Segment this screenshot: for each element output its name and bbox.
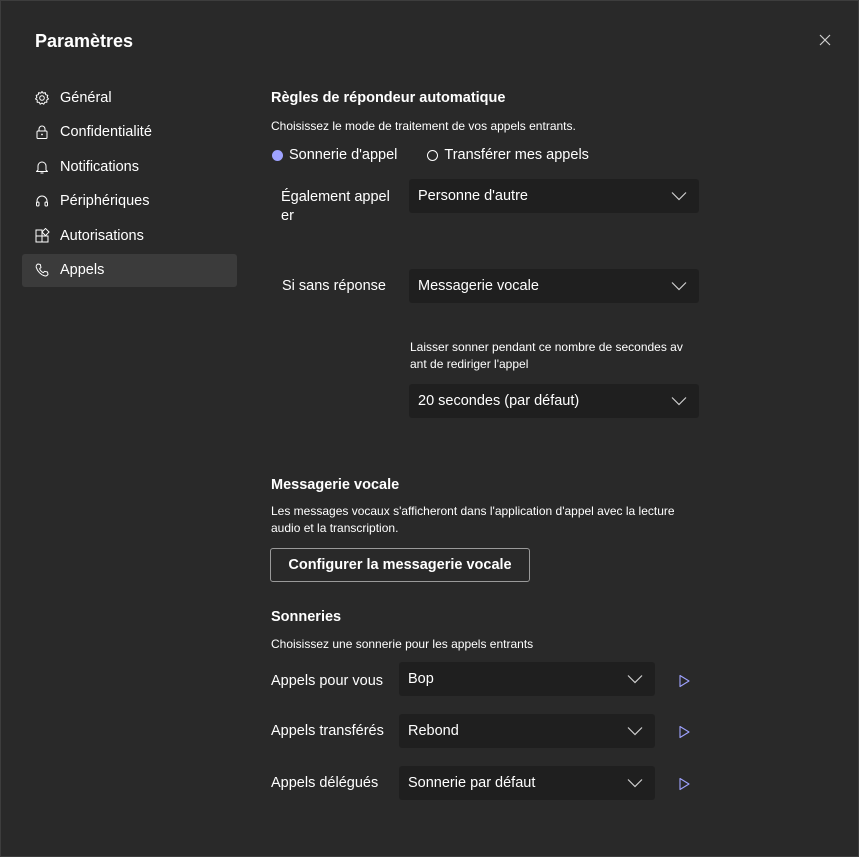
- ring-time-description-line2: ant de rediriger l'appel: [410, 357, 529, 371]
- ringtones-title: Sonneries: [271, 609, 342, 625]
- radio-forward[interactable]: Transférer mes appels: [427, 147, 589, 163]
- no-answer-dropdown[interactable]: Messagerie vocale: [409, 269, 699, 303]
- radio-selected-indicator: [272, 149, 283, 161]
- answer-mode-radio-group: Sonnerie d'appel Transférer mes appels: [272, 147, 619, 163]
- sidebar-item-label: Appels: [60, 262, 105, 278]
- play-icon[interactable]: [677, 674, 691, 688]
- radio-ring-label: Sonnerie d'appel: [289, 147, 398, 163]
- phone-icon: [34, 262, 50, 278]
- radio-unselected-indicator: [427, 149, 439, 161]
- sidebar-item-label: Périphériques: [60, 193, 150, 209]
- ring-time-description-line1: Laisser sonner pendant ce nombre de seco…: [410, 340, 683, 354]
- sidebar-item-privacy[interactable]: Confidentialité: [22, 116, 237, 149]
- sidebar-item-label: Notifications: [60, 158, 139, 175]
- also-ring-label: Également appel er: [281, 188, 390, 226]
- dropdown-value: Bop: [408, 671, 434, 687]
- bell-icon: [34, 159, 50, 175]
- answer-rules-title: Règles de répondeur automatique: [271, 90, 506, 106]
- answer-rules-description: Choisissez le mode de traitement de vos …: [271, 119, 576, 133]
- dropdown-value: Rebond: [408, 723, 459, 739]
- sidebar-item-label: Autorisations: [60, 227, 144, 244]
- play-icon[interactable]: [677, 777, 691, 791]
- sidebar-item-calls[interactable]: Appels: [22, 253, 237, 287]
- also-ring-label-line2: er: [281, 208, 294, 224]
- chevron-down-icon: [627, 779, 643, 788]
- radio-ring[interactable]: Sonnerie d'appel: [272, 147, 397, 163]
- apps-icon: [34, 227, 50, 244]
- voicemail-description: Les messages vocaux s'afficheront dans l…: [271, 503, 675, 537]
- sidebar-item-label: Général: [60, 89, 112, 106]
- dropdown-value: Sonnerie par défaut: [408, 775, 536, 791]
- settings-dialog: Paramètres Général Confidentialité Notif…: [0, 0, 859, 857]
- chevron-down-icon: [671, 282, 687, 291]
- ring-time-dropdown[interactable]: 20 secondes (par défaut): [409, 384, 699, 418]
- settings-sidebar: Général Confidentialité Notifications Pé…: [22, 81, 237, 288]
- sidebar-item-general[interactable]: Général: [22, 81, 237, 114]
- radio-forward-label: Transférer mes appels: [444, 147, 589, 163]
- dropdown-value: Messagerie vocale: [418, 278, 539, 294]
- chevron-down-icon: [627, 727, 643, 736]
- voicemail-title: Messagerie vocale: [271, 477, 400, 493]
- sidebar-item-notifications[interactable]: Notifications: [22, 150, 237, 183]
- sidebar-item-permissions[interactable]: Autorisations: [22, 219, 237, 252]
- chevron-down-icon: [671, 192, 687, 201]
- also-ring-dropdown[interactable]: Personne d'autre: [409, 179, 699, 213]
- no-answer-label: Si sans réponse: [282, 278, 386, 294]
- ringtone-label-delegated: Appels délégués: [271, 775, 379, 791]
- chevron-down-icon: [671, 397, 687, 406]
- close-icon[interactable]: [815, 30, 835, 50]
- ringtones-description: Choisissez une sonnerie pour les appels …: [271, 637, 534, 651]
- dropdown-value: Personne d'autre: [418, 188, 528, 204]
- ringtone-label-for-you: Appels pour vous: [271, 673, 384, 689]
- sidebar-item-devices[interactable]: Périphériques: [22, 185, 237, 218]
- also-ring-label-line1: Également appel: [281, 189, 390, 205]
- ringtone-dropdown-for-you[interactable]: Bop: [399, 662, 655, 696]
- headset-icon: [34, 193, 50, 209]
- configure-voicemail-button[interactable]: Configurer la messagerie vocale: [270, 548, 530, 582]
- ringtone-dropdown-forwarded[interactable]: Rebond: [399, 714, 655, 748]
- voicemail-description-line1: Les messages vocaux s'afficheront dans l…: [271, 504, 675, 518]
- ringtone-dropdown-delegated[interactable]: Sonnerie par défaut: [399, 766, 655, 800]
- play-icon[interactable]: [677, 725, 691, 739]
- gear-icon: [34, 90, 50, 106]
- ring-time-description: Laisser sonner pendant ce nombre de seco…: [410, 339, 683, 373]
- lock-icon: [34, 124, 50, 140]
- chevron-down-icon: [627, 675, 643, 684]
- dropdown-value: 20 secondes (par défaut): [418, 393, 580, 409]
- ringtone-label-forwarded: Appels transférés: [271, 723, 384, 739]
- dialog-title: Paramètres: [35, 31, 134, 51]
- sidebar-item-label: Confidentialité: [60, 124, 152, 140]
- voicemail-description-line2: audio et la transcription.: [271, 521, 399, 535]
